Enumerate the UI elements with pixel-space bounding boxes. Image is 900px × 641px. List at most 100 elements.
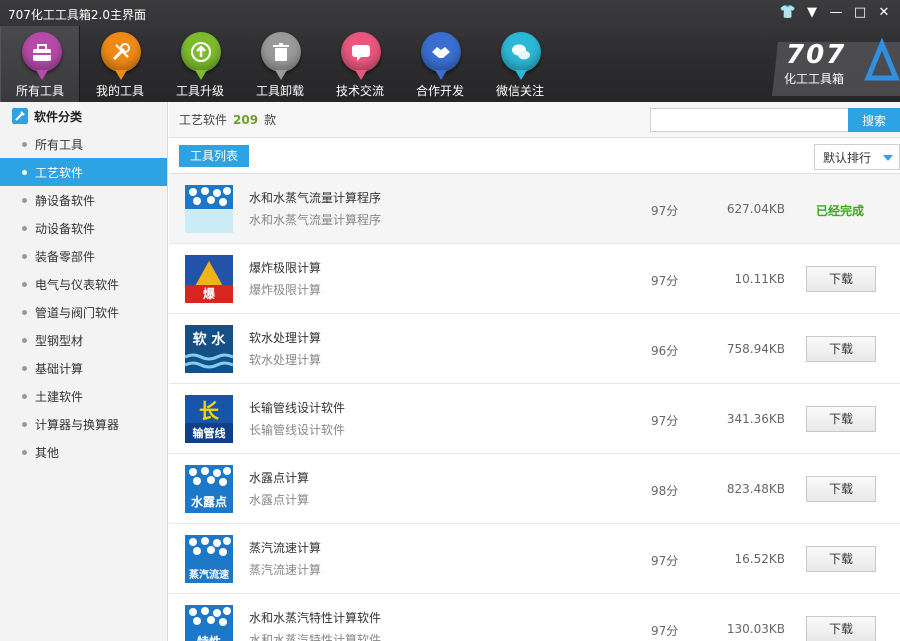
bullet-icon bbox=[22, 197, 27, 203]
wrench-icon bbox=[101, 32, 141, 72]
close-icon[interactable]: ✕ bbox=[874, 4, 894, 22]
wechat-icon bbox=[501, 32, 541, 72]
software-list: 水和水蒸气流量计算程序 水和水蒸气流量计算程序 97分 627.04KB 已经完成爆 爆炸… bbox=[169, 174, 900, 641]
toolbar-item-label: 微信关注 bbox=[495, 84, 544, 98]
sidebar-item[interactable]: 管道与阀门软件 bbox=[0, 298, 167, 326]
table-row[interactable]: 长输管线 长输管线设计软件 长输管线设计软件 97分 341.36KB 下载 bbox=[169, 384, 900, 454]
brand-number: 707 bbox=[786, 40, 847, 70]
sidebar-heading-label: 软件分类 bbox=[34, 109, 83, 124]
sidebar-item-label: 基础计算 bbox=[35, 361, 84, 376]
toolbar-item-4[interactable]: 技术交流 bbox=[320, 26, 400, 102]
app-score: 96分 bbox=[651, 344, 679, 358]
search-input[interactable] bbox=[650, 108, 850, 132]
app-name[interactable]: 水和水蒸汽特性计算软件 bbox=[249, 609, 381, 626]
app-name[interactable]: 长输管线设计软件 bbox=[249, 399, 345, 416]
window-controls: 👕 ▼ — □ ✕ bbox=[778, 4, 894, 22]
sidebar-item-label: 型钢型材 bbox=[35, 333, 84, 348]
sidebar-item[interactable]: 电气与仪表软件 bbox=[0, 270, 167, 298]
upgrade-arrow-icon bbox=[181, 32, 221, 72]
table-row[interactable]: 爆 爆炸极限计算 爆炸极限计算 97分 10.11KB 下载 bbox=[169, 244, 900, 314]
sidebar-item-label: 动设备软件 bbox=[35, 221, 96, 236]
app-size: 341.36KB bbox=[726, 412, 785, 426]
sidebar-item-label: 工艺软件 bbox=[35, 165, 84, 180]
table-row[interactable]: 蒸汽流速 蒸汽流速计算 蒸汽流速计算 97分 16.52KB 下载 bbox=[169, 524, 900, 594]
main-toolbar: 所有工具 我的工具 工具升级 工具卸载 技术交流 合作开发 微信关注 bbox=[0, 26, 560, 102]
sidebar-item[interactable]: 型钢型材 bbox=[0, 326, 167, 354]
toolbox-icon bbox=[22, 32, 62, 72]
sidebar-item[interactable]: 工艺软件 bbox=[0, 158, 167, 186]
bullet-icon bbox=[22, 449, 27, 455]
bullet-icon bbox=[22, 253, 27, 259]
skin-icon[interactable]: 👕 bbox=[778, 4, 798, 22]
sidebar-item-label: 计算器与换算器 bbox=[35, 417, 120, 432]
app-score: 97分 bbox=[651, 274, 679, 288]
maximize-icon[interactable]: □ bbox=[850, 4, 870, 22]
sort-dropdown[interactable]: 默认排行 bbox=[814, 144, 900, 170]
download-button[interactable]: 下载 bbox=[806, 266, 876, 292]
app-description: 软水处理计算 bbox=[249, 353, 322, 367]
software-count: 209 bbox=[233, 112, 259, 127]
table-row[interactable]: 水露点 水露点计算 水露点计算 98分 823.48KB 下载 bbox=[169, 454, 900, 524]
sidebar-item[interactable]: 所有工具 bbox=[0, 130, 167, 158]
menu-icon[interactable]: ▼ bbox=[802, 4, 822, 22]
toolbar-item-2[interactable]: 工具升级 bbox=[160, 26, 240, 102]
sidebar-item[interactable]: 其他 bbox=[0, 438, 167, 466]
app-size: 130.03KB bbox=[726, 622, 785, 636]
app-name[interactable]: 爆炸极限计算 bbox=[249, 259, 321, 276]
app-size: 16.52KB bbox=[734, 552, 785, 566]
toolbar-item-1[interactable]: 我的工具 bbox=[80, 26, 160, 102]
table-row[interactable]: 水和水蒸气流量计算程序 水和水蒸气流量计算程序 97分 627.04KB 已经完成 bbox=[169, 174, 900, 244]
app-name[interactable]: 水露点计算 bbox=[249, 469, 309, 486]
download-button[interactable]: 下载 bbox=[806, 546, 876, 572]
toolbar-item-6[interactable]: 微信关注 bbox=[480, 26, 560, 102]
brand-logo: 707 化工工具箱 bbox=[772, 38, 900, 96]
app-icon: 爆 bbox=[185, 255, 233, 303]
sidebar-item[interactable]: 动设备软件 bbox=[0, 214, 167, 242]
trash-icon bbox=[261, 32, 301, 72]
app-description: 蒸汽流速计算 bbox=[249, 563, 322, 577]
sidebar-item-label: 所有工具 bbox=[35, 137, 84, 152]
search-button[interactable]: 搜索 bbox=[848, 108, 900, 132]
toolbar-item-3[interactable]: 工具卸载 bbox=[240, 26, 320, 102]
chat-icon bbox=[341, 32, 381, 72]
download-button[interactable]: 下载 bbox=[806, 406, 876, 432]
app-score: 97分 bbox=[651, 554, 679, 568]
app-size: 758.94KB bbox=[726, 342, 785, 356]
toolbar-item-0[interactable]: 所有工具 bbox=[0, 26, 80, 102]
app-icon: 特性 bbox=[185, 605, 233, 641]
sidebar-item-label: 装备零部件 bbox=[35, 249, 96, 264]
download-button[interactable]: 下载 bbox=[806, 616, 876, 641]
app-description: 爆炸极限计算 bbox=[249, 283, 322, 297]
download-button[interactable]: 下载 bbox=[806, 336, 876, 362]
tab-tool-list[interactable]: 工具列表 bbox=[179, 145, 249, 167]
category-name: 工艺软件 bbox=[179, 113, 228, 127]
handshake-icon bbox=[421, 32, 461, 72]
toolbar-item-5[interactable]: 合作开发 bbox=[400, 26, 480, 102]
app-name[interactable]: 软水处理计算 bbox=[249, 329, 321, 346]
toolbar-item-label: 所有工具 bbox=[15, 84, 64, 98]
app-name[interactable]: 水和水蒸气流量计算程序 bbox=[249, 189, 381, 206]
sidebar-item[interactable]: 装备零部件 bbox=[0, 242, 167, 270]
minimize-icon[interactable]: — bbox=[826, 4, 846, 22]
app-size: 627.04KB bbox=[726, 202, 785, 216]
table-row[interactable]: 特性水和水蒸汽特性计算软件水和水蒸汽特性计算软件97分130.03KB下载 bbox=[169, 594, 900, 641]
toolbar-item-label: 工具卸载 bbox=[255, 84, 304, 98]
brand-subtitle: 化工工具箱 bbox=[784, 72, 845, 86]
app-description: 水和水蒸气流量计算程序 bbox=[249, 213, 382, 227]
download-button[interactable]: 下载 bbox=[806, 476, 876, 502]
app-score: 97分 bbox=[651, 414, 679, 428]
category-sidebar: 软件分类 所有工具工艺软件静设备软件动设备软件装备零部件电气与仪表软件 管道与阀门… bbox=[0, 102, 168, 641]
main-panel: 工艺软件 209 款 搜索 工具列表 默认排行 水和水蒸气流量计算程序 水和水蒸气… bbox=[169, 102, 900, 641]
table-row[interactable]: 软 水软水处理计算 软水处理计算 96分 758.94KB 下载 bbox=[169, 314, 900, 384]
bullet-icon bbox=[22, 421, 27, 427]
sidebar-item[interactable]: 静设备软件 bbox=[0, 186, 167, 214]
app-description: 水和水蒸汽特性计算软件 bbox=[249, 633, 382, 641]
app-icon-text: 软 水 bbox=[192, 332, 226, 348]
bullet-icon bbox=[22, 281, 27, 287]
app-name[interactable]: 蒸汽流速计算 bbox=[249, 539, 321, 556]
sidebar-item-label: 土建软件 bbox=[35, 389, 84, 404]
sidebar-item[interactable]: 计算器与换算器 bbox=[0, 410, 167, 438]
sidebar-item[interactable]: 土建软件 bbox=[0, 382, 167, 410]
chevron-down-icon bbox=[883, 155, 893, 161]
sidebar-item[interactable]: 基础计算 bbox=[0, 354, 167, 382]
